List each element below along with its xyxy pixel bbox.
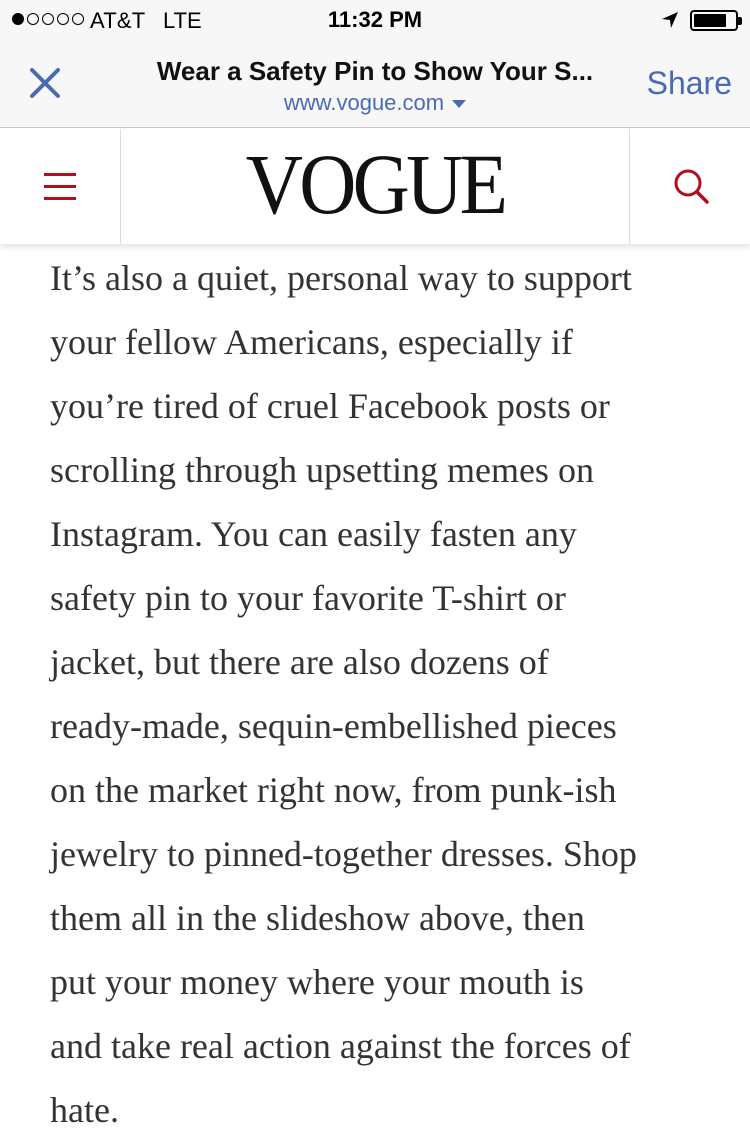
article-line: It’s also a quiet, personal way to suppo… [50, 258, 632, 298]
url-button[interactable]: www.vogue.com [100, 90, 650, 116]
article-line: on the market right now, from punk-ish [50, 770, 617, 810]
status-bar: AT&T LTE 11:32 PM [0, 0, 750, 40]
article-line: jewelry to pinned-together dresses. Shop [50, 834, 637, 874]
article-line: scrolling through upsetting memes on [50, 450, 594, 490]
article-line: Instagram. You can easily fasten any [50, 514, 577, 554]
location-arrow-icon [662, 12, 678, 28]
status-time: 11:32 PM [327, 7, 423, 32]
browser-nav-bar: Wear a Safety Pin to Show Your S... www.… [0, 40, 750, 128]
hamburger-icon-line [44, 185, 76, 188]
hamburger-icon [44, 173, 76, 176]
battery-icon [690, 10, 742, 31]
chevron-down-icon [452, 100, 467, 109]
site-header: VOGUE [0, 129, 750, 244]
article-line: your fellow Americans, especially if [50, 322, 573, 362]
battery-fill [694, 14, 726, 27]
article-line: put your money where your mouth is [50, 962, 584, 1002]
article-body: It’s also a quiet, personal way to suppo… [50, 244, 720, 1142]
article-line: jacket, but there are also dozens of [50, 642, 549, 682]
article-line: and take real action against the forces … [50, 1026, 631, 1066]
vogue-logo[interactable]: VOGUE [141, 141, 608, 227]
article-line: them all in the slideshow above, then [50, 898, 585, 938]
article-line: safety pin to your favorite T-shirt or [50, 578, 566, 618]
search-button[interactable] [629, 129, 750, 244]
battery-nub [738, 17, 742, 25]
close-button[interactable] [20, 58, 70, 108]
search-icon [674, 169, 709, 204]
page-title: Wear a Safety Pin to Show Your S... [156, 56, 594, 86]
menu-button[interactable] [0, 129, 121, 244]
close-icon [30, 68, 60, 98]
article-line: hate. [50, 1090, 119, 1130]
share-button[interactable]: Share [647, 65, 732, 102]
url-text: www.vogue.com [283, 90, 445, 115]
hamburger-icon-line [44, 197, 76, 200]
article-line: you’re tired of cruel Facebook posts or [50, 386, 610, 426]
article-line: ready-made, sequin-embellished pieces [50, 706, 617, 746]
